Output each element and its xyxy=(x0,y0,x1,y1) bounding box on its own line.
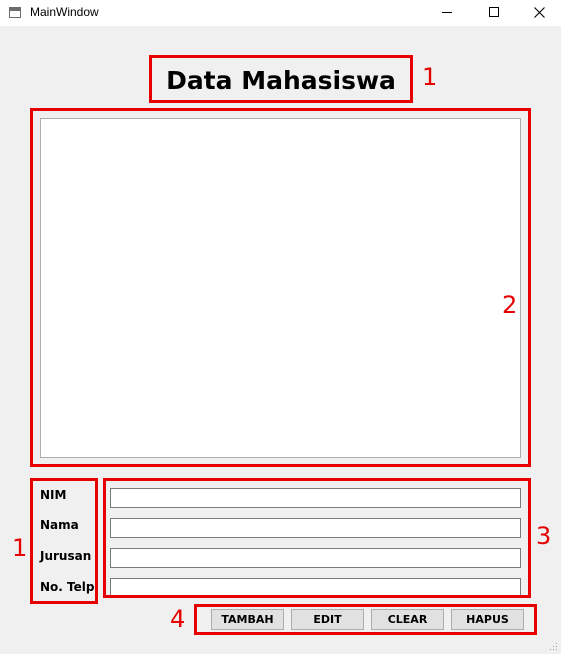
maximize-icon xyxy=(489,7,499,17)
annotation-box-buttons xyxy=(194,604,537,635)
annotation-box-labels xyxy=(30,478,98,604)
annotation-marker-table: 2 xyxy=(502,291,518,319)
minimize-button[interactable] xyxy=(424,0,470,26)
close-icon xyxy=(534,7,545,18)
annotation-marker-labels: 1 xyxy=(12,534,28,562)
annotation-marker-fields: 3 xyxy=(536,522,552,550)
resize-grip-icon[interactable] xyxy=(548,641,558,651)
maximize-button[interactable] xyxy=(470,0,516,26)
close-button[interactable] xyxy=(516,0,561,26)
window-title: MainWindow xyxy=(30,5,99,19)
app-icon xyxy=(9,7,21,18)
annotation-box-fields xyxy=(103,478,531,598)
minimize-icon xyxy=(442,12,452,13)
annotation-box-heading xyxy=(149,55,413,103)
title-bar: MainWindow xyxy=(0,0,561,26)
annotation-marker-heading: 1 xyxy=(422,63,438,91)
annotation-box-table xyxy=(30,108,531,467)
annotation-marker-buttons: 4 xyxy=(170,605,186,633)
